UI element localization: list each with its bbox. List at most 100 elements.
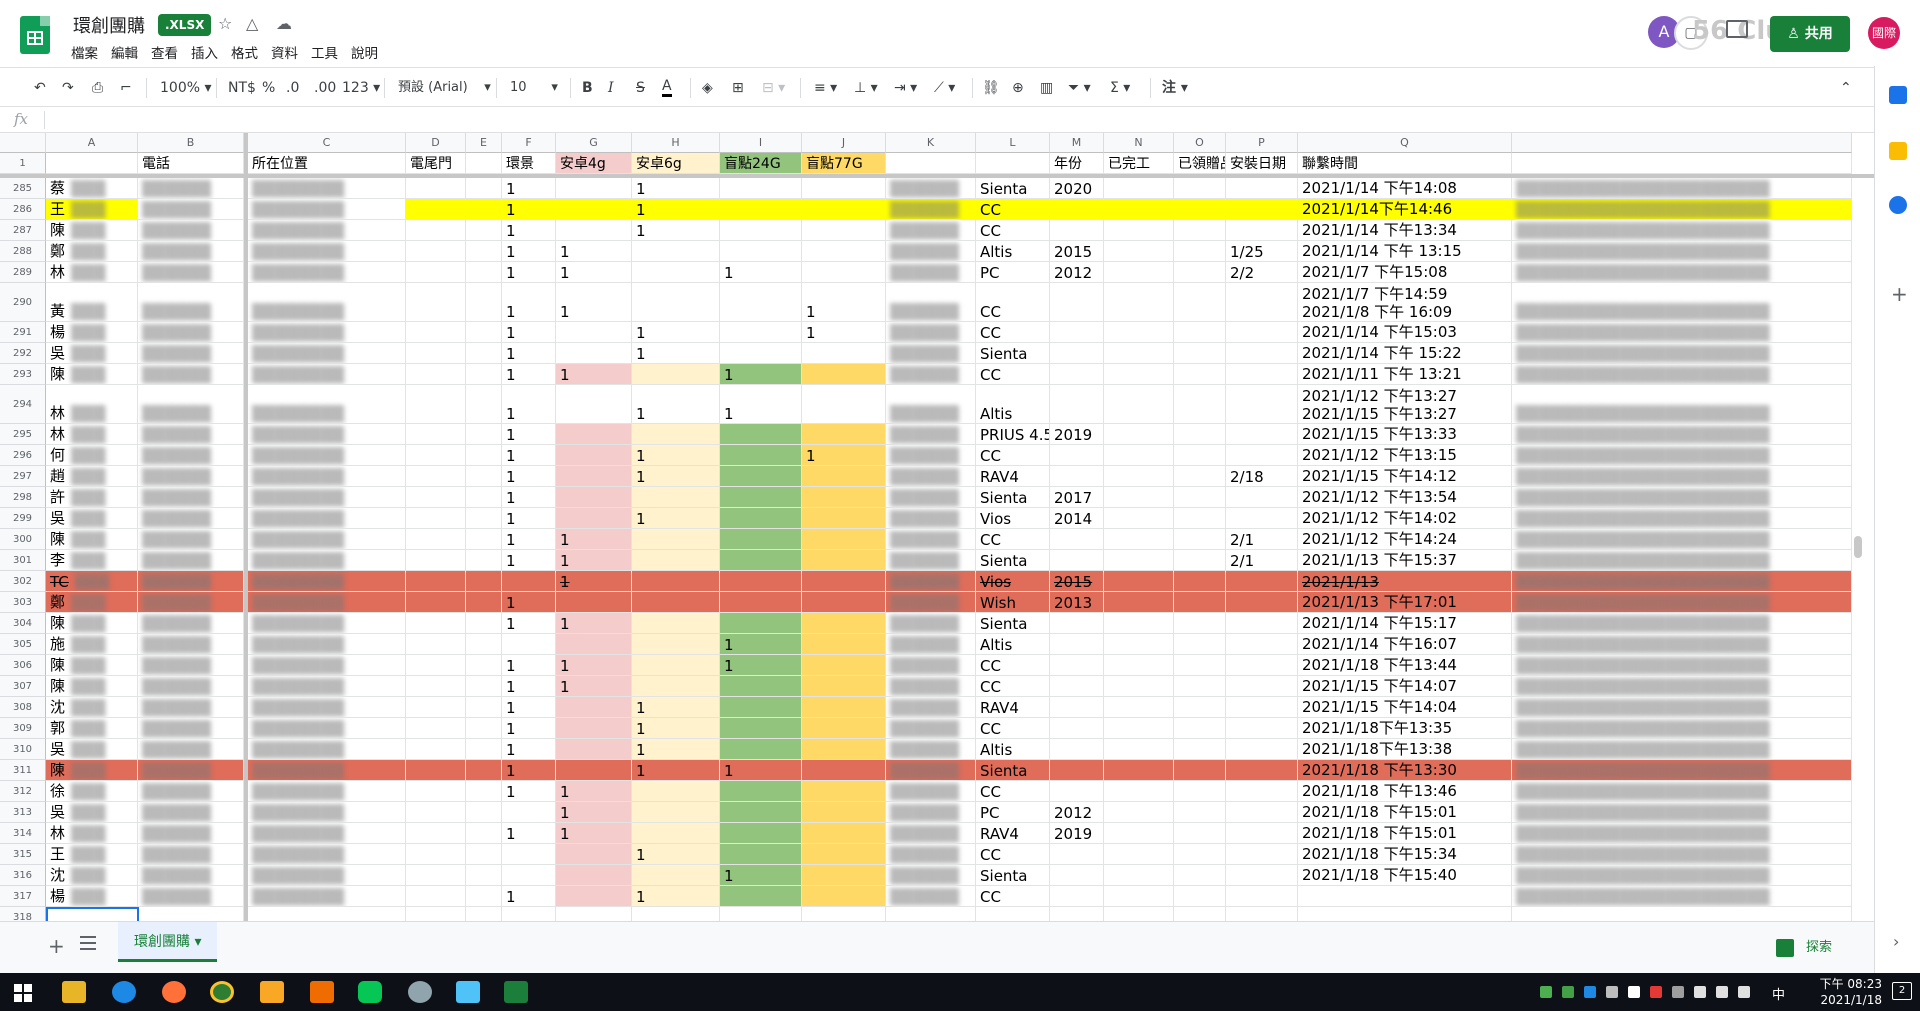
cell-l[interactable]: CC: [976, 529, 1050, 550]
cell-j[interactable]: [802, 529, 886, 550]
italic-button[interactable]: I: [608, 78, 614, 98]
cell-i[interactable]: [720, 466, 802, 487]
cell-a[interactable]: 許 ▒▒▒: [46, 487, 138, 508]
cell-i[interactable]: [720, 529, 802, 550]
cell-a[interactable]: 沈 ▒▒▒: [46, 697, 138, 718]
cell-e[interactable]: [466, 178, 502, 199]
cell[interactable]: ▒▒▒▒▒▒▒▒▒▒▒▒▒▒▒▒▒▒▒▒▒▒: [1512, 466, 1852, 487]
cell[interactable]: ▒▒▒▒▒▒▒▒▒▒▒▒▒▒▒▒▒▒▒▒▒▒: [1512, 676, 1852, 697]
cell-d[interactable]: [406, 424, 466, 445]
cell-g[interactable]: [556, 886, 632, 907]
cell-b[interactable]: ▒▒▒▒▒▒: [138, 739, 244, 760]
tray-line-icon[interactable]: [1562, 986, 1574, 998]
cell-p[interactable]: [1226, 445, 1298, 466]
cell-b[interactable]: ▒▒▒▒▒▒: [138, 781, 244, 802]
cell-b[interactable]: ▒▒▒▒▒▒: [138, 262, 244, 283]
cell[interactable]: [1512, 907, 1852, 921]
column-header[interactable]: G: [556, 133, 632, 153]
cell[interactable]: ▒▒▒▒▒▒▒▒▒▒▒▒▒▒▒▒▒▒▒▒▒▒: [1512, 844, 1852, 865]
row-header[interactable]: 309: [0, 718, 46, 739]
cell-p[interactable]: [1226, 844, 1298, 865]
cell-e[interactable]: [466, 529, 502, 550]
column-header[interactable]: L: [976, 133, 1050, 153]
cell-h[interactable]: [632, 865, 720, 886]
cell-p[interactable]: [1226, 385, 1298, 424]
cell-d[interactable]: [406, 529, 466, 550]
cell-p[interactable]: [1226, 634, 1298, 655]
cell-i[interactable]: [720, 178, 802, 199]
cell-b[interactable]: ▒▒▒▒▒▒: [138, 613, 244, 634]
tasks-icon[interactable]: [1889, 196, 1907, 214]
cell-g[interactable]: [556, 466, 632, 487]
cell-h[interactable]: [632, 262, 720, 283]
cell-m[interactable]: [1050, 199, 1104, 220]
cell-e[interactable]: [466, 199, 502, 220]
cell-l[interactable]: RAV4: [976, 466, 1050, 487]
cell-k[interactable]: ▒▒▒▒▒▒: [886, 487, 976, 508]
cell-d[interactable]: [406, 178, 466, 199]
cell[interactable]: ▒▒▒▒▒▒▒▒▒▒▒▒▒▒▒▒▒▒▒▒▒▒: [1512, 262, 1852, 283]
cell-n[interactable]: [1104, 445, 1174, 466]
cell-k[interactable]: ▒▒▒▒▒▒: [886, 343, 976, 364]
keep-icon[interactable]: [1889, 142, 1907, 160]
cell-i[interactable]: [720, 322, 802, 343]
user-avatar[interactable]: 國際: [1868, 17, 1900, 49]
cell-c[interactable]: ▒▒▒▒▒▒▒▒: [248, 424, 406, 445]
cell-l[interactable]: CC: [976, 676, 1050, 697]
column-header[interactable]: K: [886, 133, 976, 153]
cell-o[interactable]: [1174, 613, 1226, 634]
cell-h[interactable]: [632, 529, 720, 550]
cell-f[interactable]: 1: [502, 466, 556, 487]
cell-b[interactable]: ▒▒▒▒▒▒: [138, 865, 244, 886]
cell-f[interactable]: 1: [502, 697, 556, 718]
cell-e[interactable]: [466, 508, 502, 529]
cell-d[interactable]: [406, 322, 466, 343]
move-to-drive-icon[interactable]: △: [246, 14, 258, 33]
cell-m[interactable]: 2014: [1050, 508, 1104, 529]
cell-c[interactable]: ▒▒▒▒▒▒▒▒: [248, 220, 406, 241]
row-header[interactable]: 294: [0, 385, 46, 424]
cell-n[interactable]: [1104, 466, 1174, 487]
row-header[interactable]: 315: [0, 844, 46, 865]
cell-l[interactable]: Altis: [976, 385, 1050, 424]
cell-q[interactable]: 2021/1/18 下午15:01: [1298, 823, 1512, 844]
cell-e[interactable]: [466, 445, 502, 466]
cell-b[interactable]: ▒▒▒▒▒▒: [138, 283, 244, 322]
cell-b[interactable]: ▒▒▒▒▒▒: [138, 634, 244, 655]
cell-j[interactable]: [802, 823, 886, 844]
cell-k[interactable]: ▒▒▒▒▒▒: [886, 508, 976, 529]
cell-l[interactable]: Altis: [976, 634, 1050, 655]
cell-g[interactable]: [556, 343, 632, 364]
cell-p[interactable]: [1226, 571, 1298, 592]
cell-q[interactable]: 2021/1/14 下午 13:15: [1298, 241, 1512, 262]
cell-o[interactable]: [1174, 322, 1226, 343]
cell-h[interactable]: 1: [632, 886, 720, 907]
cell-c[interactable]: ▒▒▒▒▒▒▒▒: [248, 781, 406, 802]
cell-d[interactable]: [406, 241, 466, 262]
cell-j[interactable]: [802, 385, 886, 424]
cell-h[interactable]: 1: [632, 508, 720, 529]
cell-b[interactable]: ▒▒▒▒▒▒: [138, 697, 244, 718]
tray-wifi-icon[interactable]: [1716, 986, 1728, 998]
cell-j[interactable]: [802, 487, 886, 508]
cell-m[interactable]: [1050, 445, 1104, 466]
input-tools-button[interactable]: 注 ▾: [1162, 78, 1188, 98]
cell-n[interactable]: [1104, 823, 1174, 844]
cell-j[interactable]: [802, 844, 886, 865]
cell-o[interactable]: [1174, 592, 1226, 613]
cell-e[interactable]: [466, 823, 502, 844]
cell-c[interactable]: ▒▒▒▒▒▒▒▒: [248, 283, 406, 322]
cell-q[interactable]: 2021/1/13 下午15:37: [1298, 550, 1512, 571]
cell-i[interactable]: [720, 739, 802, 760]
cell-e[interactable]: [466, 634, 502, 655]
row-header[interactable]: 293: [0, 364, 46, 385]
cell-i[interactable]: [720, 487, 802, 508]
cell[interactable]: ▒▒▒▒▒▒▒▒▒▒▒▒▒▒▒▒▒▒▒▒▒▒: [1512, 781, 1852, 802]
menu-item[interactable]: 格式: [231, 42, 258, 62]
show-side-panel-icon[interactable]: ›: [1893, 932, 1899, 951]
cell-b[interactable]: ▒▒▒▒▒▒: [138, 886, 244, 907]
cell-l[interactable]: Altis: [976, 739, 1050, 760]
cell-c[interactable]: ▒▒▒▒▒▒▒▒: [248, 760, 406, 781]
cell[interactable]: ▒▒▒▒▒▒▒▒▒▒▒▒▒▒▒▒▒▒▒▒▒▒: [1512, 592, 1852, 613]
cell-n[interactable]: [1104, 571, 1174, 592]
